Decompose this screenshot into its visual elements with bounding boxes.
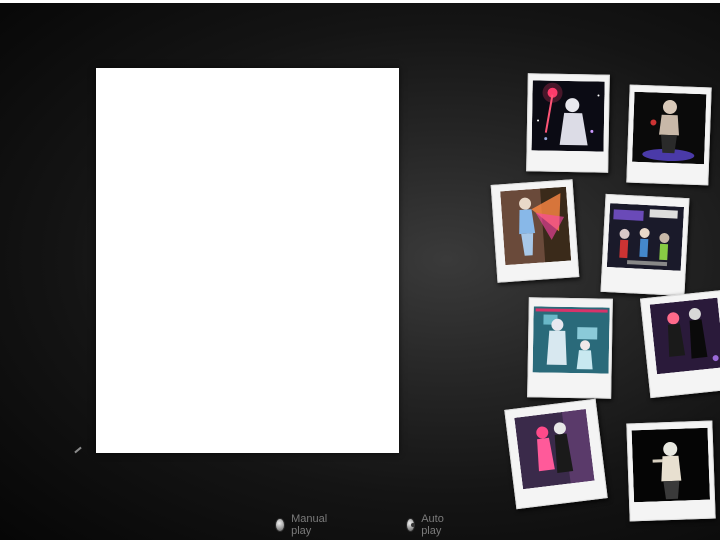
thumbnail-3[interactable]: [490, 179, 580, 283]
thumbnail-1[interactable]: [526, 73, 610, 173]
main-photo-frame: [96, 68, 399, 453]
thumbnail-2[interactable]: [626, 84, 712, 186]
auto-play-label: Auto play: [421, 513, 444, 537]
auto-play-option[interactable]: Auto play: [406, 513, 449, 537]
group-scene-icon: [606, 203, 685, 271]
two-characters-blue-icon: [532, 306, 610, 374]
resize-mark: [74, 446, 82, 454]
thumbnail-6[interactable]: [640, 289, 720, 399]
single-character-icon: [631, 427, 711, 503]
character-sword-icon: [531, 80, 605, 152]
thumbnail-7[interactable]: [504, 398, 608, 510]
thumbnail-8[interactable]: [626, 420, 716, 522]
character-dark-icon: [632, 91, 707, 165]
top-border: [0, 0, 720, 3]
couple-purple-icon: [649, 297, 720, 375]
auto-play-radio[interactable]: [406, 518, 416, 532]
manual-play-option[interactable]: Manual play: [275, 513, 331, 537]
manual-play-label: Manual play: [291, 513, 328, 537]
couple-pink-icon: [514, 409, 595, 490]
manual-play-radio[interactable]: [275, 518, 286, 532]
thumbnail-5[interactable]: [527, 297, 613, 399]
thumbnail-4[interactable]: [600, 193, 690, 297]
character-wings-icon: [500, 186, 572, 266]
